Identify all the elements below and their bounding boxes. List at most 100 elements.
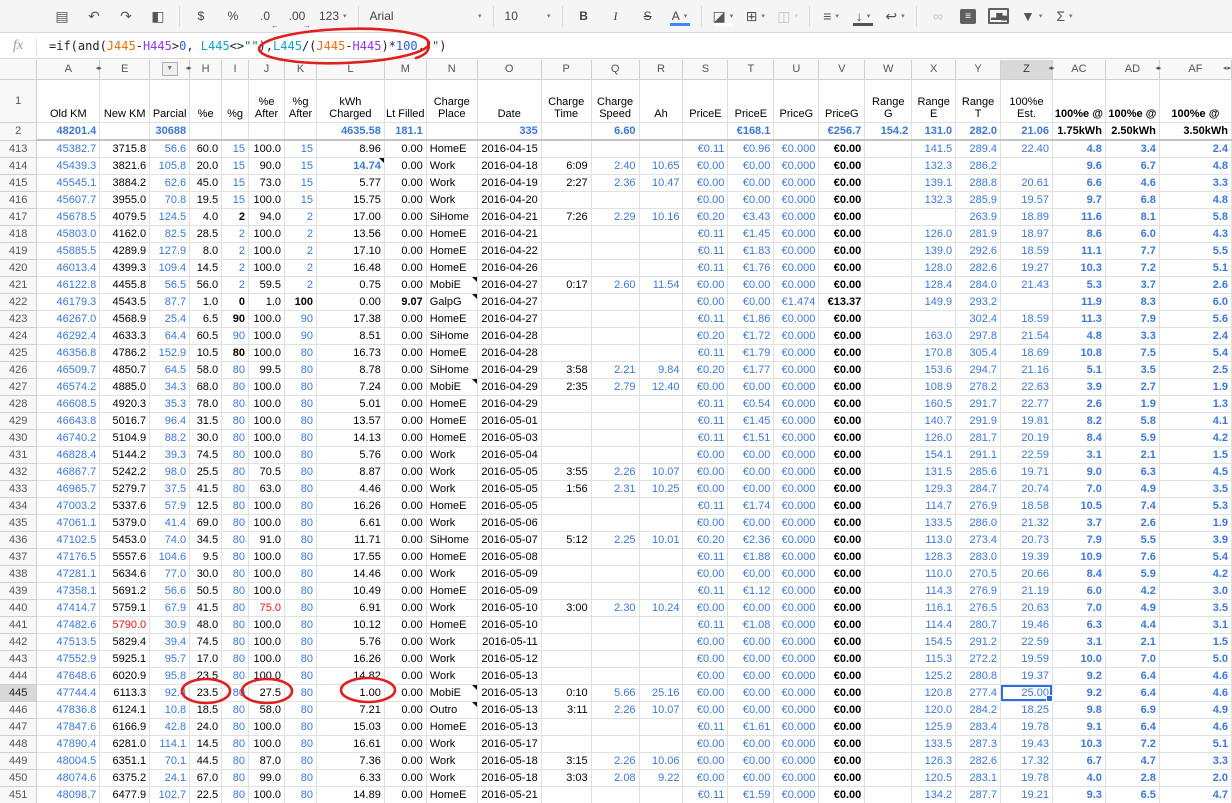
cell[interactable]: 292.6	[956, 242, 1001, 259]
cell[interactable]: 291.7	[956, 395, 1001, 412]
cell[interactable]: 7.2	[1105, 259, 1159, 276]
cell[interactable]: 4.0	[1052, 769, 1105, 786]
cell[interactable]: 1:56	[541, 480, 591, 497]
cell[interactable]: 7.0	[1052, 480, 1105, 497]
cell[interactable]: 297.8	[956, 327, 1001, 344]
cell[interactable]: €0.00	[819, 565, 865, 582]
cell[interactable]: 8.2	[1052, 412, 1105, 429]
cell[interactable]: 11.9	[1052, 293, 1105, 310]
cell[interactable]: 17.32	[1001, 752, 1053, 769]
cell[interactable]: 80	[222, 599, 249, 616]
cell[interactable]	[591, 718, 639, 735]
cell[interactable]: €0.000	[774, 599, 819, 616]
cell[interactable]	[591, 327, 639, 344]
cell[interactable]: €0.00	[819, 378, 865, 395]
cell[interactable]: 132.3	[912, 191, 956, 208]
cell[interactable]: 57.9	[150, 497, 190, 514]
cell[interactable]: 2016-05-08	[477, 548, 541, 565]
cell[interactable]: €0.000	[774, 446, 819, 463]
cell[interactable]: 80	[222, 565, 249, 582]
cell[interactable]: 4.4	[1105, 616, 1159, 633]
cell[interactable]: 80	[222, 718, 249, 735]
cell[interactable]: 16.26	[316, 650, 384, 667]
cell[interactable]: €0.00	[819, 718, 865, 735]
cell[interactable]	[639, 446, 683, 463]
cell[interactable]: €0.00	[683, 650, 728, 667]
cell[interactable]: €1.45	[728, 225, 774, 242]
cell[interactable]: 8.51	[316, 327, 384, 344]
cell[interactable]: 9.1	[1052, 718, 1105, 735]
cell[interactable]: 3.0	[1159, 582, 1231, 599]
cell[interactable]: 3:55	[541, 463, 591, 480]
cell[interactable]: 9.3	[1052, 786, 1105, 803]
cell[interactable]: 284.0	[956, 276, 1001, 293]
row-header[interactable]: 2	[0, 122, 37, 140]
cell[interactable]: 100.0	[249, 582, 285, 599]
cell[interactable]: 8.6	[1052, 225, 1105, 242]
cell[interactable]: 115.3	[912, 650, 956, 667]
cell[interactable]: 110.0	[912, 565, 956, 582]
cell[interactable]	[865, 531, 912, 548]
cell[interactable]: 80	[285, 548, 317, 565]
cell[interactable]: 6.4	[1105, 667, 1159, 684]
redo-icon[interactable]: ↷	[112, 4, 140, 28]
cell[interactable]: 0:10	[541, 684, 591, 701]
cell[interactable]: 0.00	[384, 208, 426, 225]
cell[interactable]: €3.43	[728, 208, 774, 225]
cell[interactable]: 7.9	[1105, 310, 1159, 327]
cell[interactable]: 128.3	[912, 548, 956, 565]
cell[interactable]: 30.9	[150, 616, 190, 633]
cell[interactable]: 7.4	[1105, 497, 1159, 514]
cell-X2[interactable]: 131.0	[912, 122, 956, 140]
cell[interactable]: 80	[285, 786, 317, 803]
header-AF1[interactable]: 100%e @	[1159, 79, 1231, 122]
cell[interactable]: €0.00	[683, 276, 728, 293]
row-header[interactable]: 444	[0, 667, 37, 684]
column-header-E[interactable]: ▸E	[100, 60, 150, 79]
cell[interactable]: 1.9	[1159, 514, 1231, 531]
cell[interactable]: €0.000	[774, 174, 819, 191]
row-header[interactable]: 434	[0, 497, 37, 514]
cell[interactable]: 80	[222, 480, 249, 497]
header-S1[interactable]: PriceE	[683, 79, 728, 122]
cell[interactable]: 92.4	[150, 684, 190, 701]
cell[interactable]: 291.1	[956, 446, 1001, 463]
header-E1[interactable]: New KM	[100, 79, 150, 122]
cell[interactable]: 284.7	[956, 480, 1001, 497]
cell[interactable]: 80	[285, 531, 317, 548]
cell[interactable]: €0.00	[683, 157, 728, 174]
cell[interactable]: 64.5	[150, 361, 190, 378]
cell[interactable]: 99.0	[249, 769, 285, 786]
cell[interactable]: 4.5	[1159, 463, 1231, 480]
cell[interactable]: 100.0	[249, 616, 285, 633]
cell[interactable]: 10.12	[316, 616, 384, 633]
cell[interactable]: 2016-05-13	[477, 667, 541, 684]
cell[interactable]: 46013.4	[37, 259, 100, 276]
cell[interactable]: 2.30	[591, 599, 639, 616]
cell[interactable]	[591, 259, 639, 276]
cell[interactable]: 22.40	[1001, 140, 1053, 157]
cell[interactable]: €0.11	[683, 616, 728, 633]
cell[interactable]: 2016-04-29	[477, 395, 541, 412]
cell[interactable]: 20.74	[1001, 480, 1053, 497]
cell[interactable]: 2016-04-19	[477, 174, 541, 191]
cell[interactable]	[541, 242, 591, 259]
cell[interactable]: 17.0	[190, 650, 222, 667]
cell[interactable]: 2	[285, 208, 317, 225]
cell[interactable]: MobiE	[426, 684, 477, 701]
cell[interactable]: 283.0	[956, 548, 1001, 565]
cell[interactable]	[591, 514, 639, 531]
cell[interactable]	[591, 497, 639, 514]
text-color-button[interactable]: A▾	[666, 4, 694, 28]
cell[interactable]: 42.8	[150, 718, 190, 735]
cell[interactable]: 9.84	[639, 361, 683, 378]
cell[interactable]	[639, 514, 683, 531]
cell[interactable]: 132.3	[912, 157, 956, 174]
cell[interactable]: 6124.1	[100, 701, 150, 718]
format-currency-button[interactable]: $	[187, 4, 215, 28]
cell[interactable]: 2016-04-29	[477, 378, 541, 395]
cell[interactable]: 46122.8	[37, 276, 100, 293]
cell[interactable]	[865, 701, 912, 718]
cell[interactable]: 10.06	[639, 752, 683, 769]
column-header-R[interactable]: R	[639, 60, 683, 79]
